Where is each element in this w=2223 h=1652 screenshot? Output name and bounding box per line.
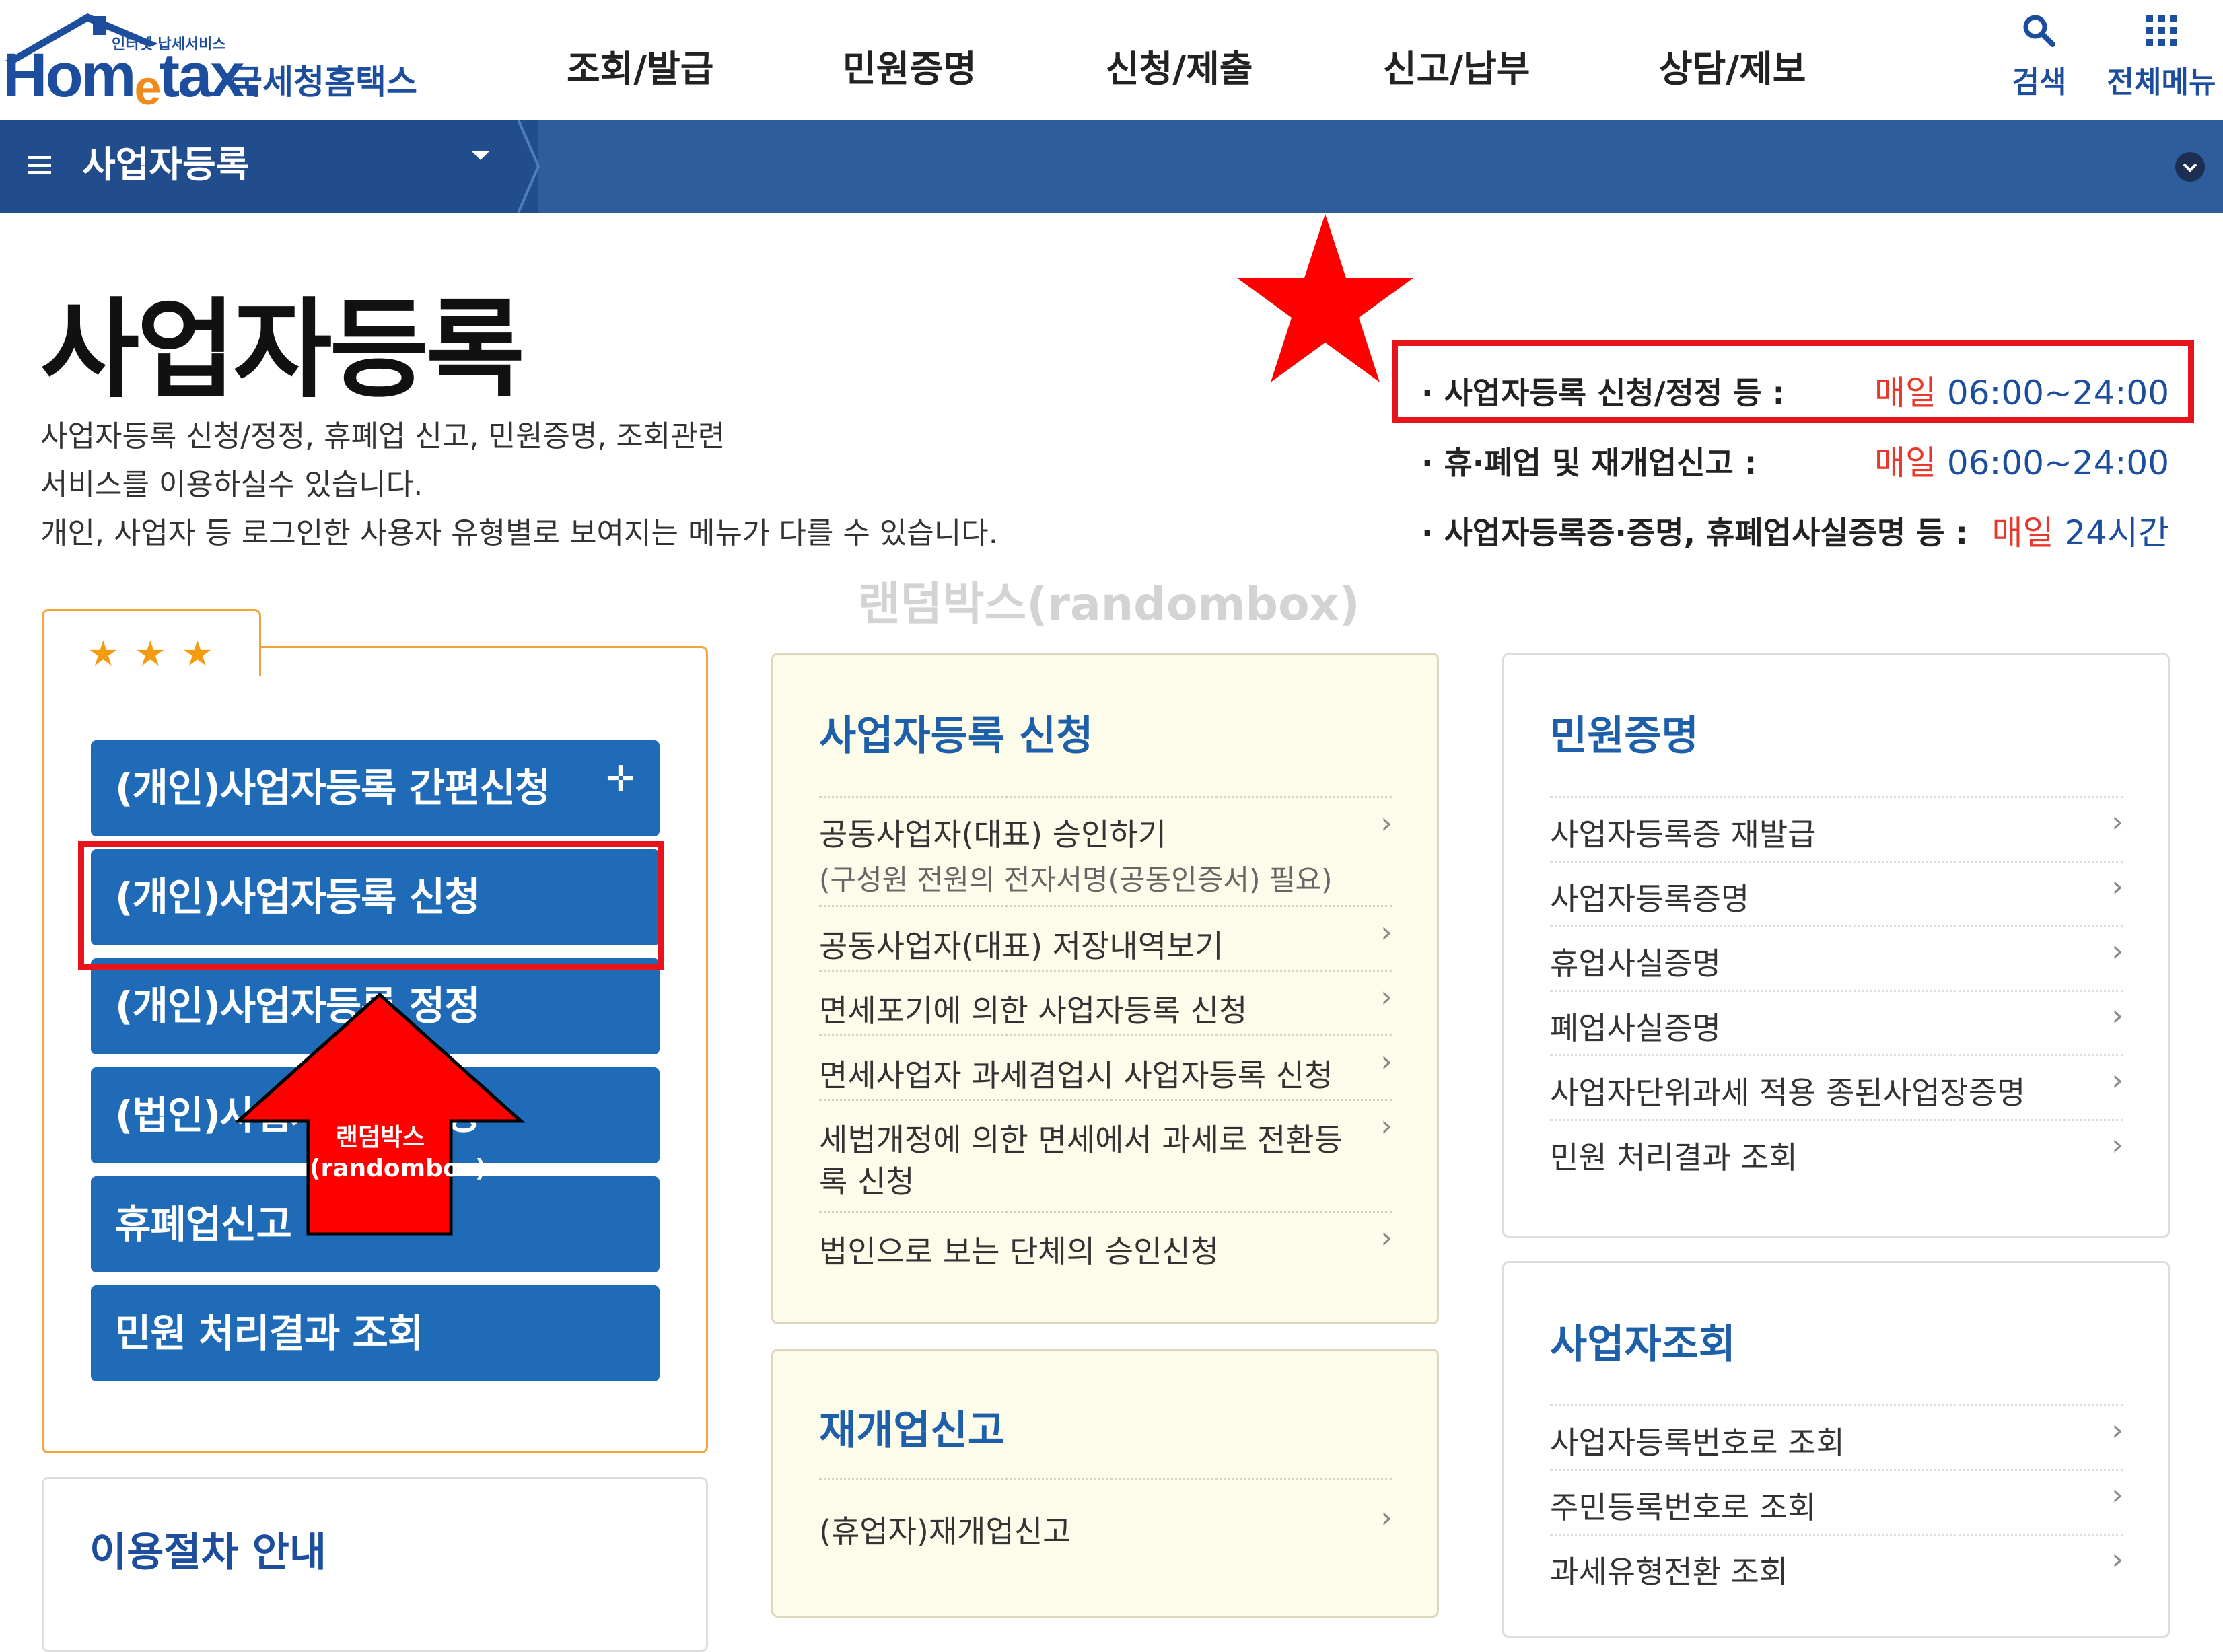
chevron-right-icon: › (1380, 806, 1392, 840)
chevron-right-icon: › (1380, 1044, 1392, 1079)
list-item[interactable]: (휴업자)재개업신고 › (819, 1478, 1392, 1550)
hours-value: 매일 06:00~24:00 (1874, 443, 2169, 482)
logo-brand-en: Hometax. (3, 41, 260, 115)
hours-label: · 사업자등록 신청/정정 등 : (1421, 375, 1785, 411)
chevron-right-icon: › (1380, 915, 1392, 949)
list-item[interactable]: 공동사업자(대표) 승인하기 (구성원 전원의 전자서명(공동인증서) 필요) … (819, 796, 1392, 896)
chevron-right-icon: › (2111, 934, 2123, 968)
plus-icon[interactable]: ✛ (606, 759, 635, 799)
watermark: 랜덤박스(randombox) (858, 578, 1360, 631)
list-item[interactable]: 공동사업자(대표) 저장내역보기 › (819, 905, 1392, 972)
list-item[interactable]: 주민등록번호로 조회 › (1550, 1469, 2123, 1536)
list-item[interactable]: 폐업사실증명 › (1550, 990, 2123, 1056)
subnav-divider-arrow (518, 120, 540, 213)
chevron-right-icon: › (2111, 1413, 2123, 1447)
list-item[interactable]: 사업자등록증 재발급 › (1550, 796, 2123, 863)
all-menu-button[interactable]: 전체메뉴 (2100, 12, 2223, 101)
list-item[interactable]: 면세포기에 의한 사업자등록 신청 › (819, 970, 1392, 1036)
expand-toggle-button[interactable] (2175, 152, 2205, 182)
hours-label: · 휴·폐업 및 재개업신고 : (1421, 445, 1757, 481)
registration-apply-box: 사업자등록 신청 공동사업자(대표) 승인하기 (구성원 전원의 전자서명(공동… (771, 653, 1439, 1324)
grid-menu-icon (2145, 15, 2177, 46)
complaint-result-button[interactable]: 민원 처리결과 조회 (91, 1285, 660, 1381)
chevron-right-icon: › (1380, 1109, 1392, 1143)
menu-civil-certificate[interactable]: 민원증명 (843, 39, 977, 92)
civil-certificate-box: 민원증명 사업자등록증 재발급 › 사업자등록증명 › 휴업사실증명 › 폐업사… (1502, 653, 2170, 1238)
chevron-right-icon: › (2111, 999, 2123, 1033)
search-button[interactable]: 검색 (2002, 12, 2076, 101)
hours-label: · 사업자등록증·증명, 휴폐업사실증명 등 : (1421, 515, 1968, 551)
subnav-title[interactable]: 사업자등록 (82, 135, 249, 188)
highlight-box (78, 841, 664, 970)
chevron-right-icon: › (1380, 1501, 1392, 1535)
arrow-annotation-label: 랜덤박스 (randombox) (310, 1124, 487, 1182)
list-item[interactable]: 휴업사실증명 › (1550, 925, 2123, 992)
menu-consult-tip[interactable]: 상담/제보 (1659, 39, 1806, 92)
search-icon (2023, 15, 2055, 47)
list-item[interactable]: 법인으로 보는 단체의 승인신청 › (819, 1211, 1392, 1280)
box-title: 사업자등록 신청 (819, 713, 1094, 760)
hamburger-icon[interactable] (28, 153, 52, 178)
chevron-right-icon: › (2111, 1478, 2123, 1512)
list-item[interactable]: 면세사업자 과세겸업시 사업자등록 신청 › (819, 1034, 1392, 1101)
chevron-right-icon: › (1380, 1221, 1392, 1255)
chevron-right-icon: › (2111, 1542, 2123, 1577)
box-title: 민원증명 (1550, 713, 1699, 760)
box-title: 사업자조회 (1550, 1321, 1736, 1368)
list-item[interactable]: 민원 처리결과 조회 › (1550, 1119, 2123, 1186)
chevron-right-icon: › (1380, 980, 1392, 1014)
box-title: 재개업신고 (819, 1407, 1005, 1454)
chevron-down-icon (2183, 163, 2197, 172)
list-item[interactable]: 과세유형전환 조회 › (1550, 1534, 2123, 1600)
search-label: 검색 (2012, 65, 2067, 100)
caret-down-icon (471, 151, 490, 160)
menu-inquiry-issue[interactable]: 조회/발급 (567, 39, 713, 92)
all-menu-label: 전체메뉴 (2107, 65, 2216, 100)
menu-report-pay[interactable]: 신고/납부 (1383, 39, 1530, 92)
hours-value: 매일 06:00~24:00 (1874, 373, 2169, 412)
usage-guide-title[interactable]: 이용절차 안내 (90, 1519, 326, 1578)
red-star-annotation (1237, 214, 1413, 382)
business-inquiry-box: 사업자조회 사업자등록번호로 조회 › 주민등록번호로 조회 › 과세유형전환 … (1502, 1261, 2170, 1638)
hours-value: 매일 24시간 (1991, 513, 2169, 552)
page-title: 사업자등록 (40, 287, 525, 412)
menu-apply-submit[interactable]: 신청/제출 (1106, 39, 1252, 92)
logo-brand-ko: 국세청홈택스 (232, 63, 417, 102)
star-icon: ★ (135, 634, 166, 674)
chevron-right-icon: › (2111, 805, 2123, 839)
reopen-report-box: 재개업신고 (휴업자)재개업신고 › (771, 1349, 1439, 1618)
chevron-right-icon: › (2111, 1063, 2123, 1098)
list-item[interactable]: 세법개정에 의한 면세에서 과세로 전환등 록 신청 › (819, 1099, 1392, 1202)
star-icon: ★ (182, 634, 213, 674)
red-arrow-annotation (236, 992, 525, 1236)
page-description-line: 서비스를 이용하실수 있습니다. (40, 468, 423, 502)
simple-registration-button[interactable]: (개인)사업자등록 간편신청 (91, 740, 660, 836)
page-description-line: 사업자등록 신청/정정, 휴폐업 신고, 민원증명, 조회관련 (40, 419, 726, 454)
star-icon: ★ (87, 634, 119, 674)
page-description-line: 개인, 사업자 등 로그인한 사용자 유형별로 보여지는 메뉴가 다를 수 있습… (40, 516, 998, 550)
list-item[interactable]: 사업자등록증명 › (1550, 861, 2123, 927)
list-item[interactable]: 사업자등록번호로 조회 › (1550, 1404, 2123, 1471)
list-item[interactable]: 사업자단위과세 적용 종된사업장증명 › (1550, 1054, 2123, 1121)
chevron-right-icon: › (2111, 869, 2123, 904)
chevron-right-icon: › (2111, 1128, 2123, 1162)
subnav-category-selector[interactable] (0, 120, 538, 213)
hometax-logo[interactable]: 인터넷 납세서비스 Hometax. 국세청홈택스 (0, 7, 417, 115)
